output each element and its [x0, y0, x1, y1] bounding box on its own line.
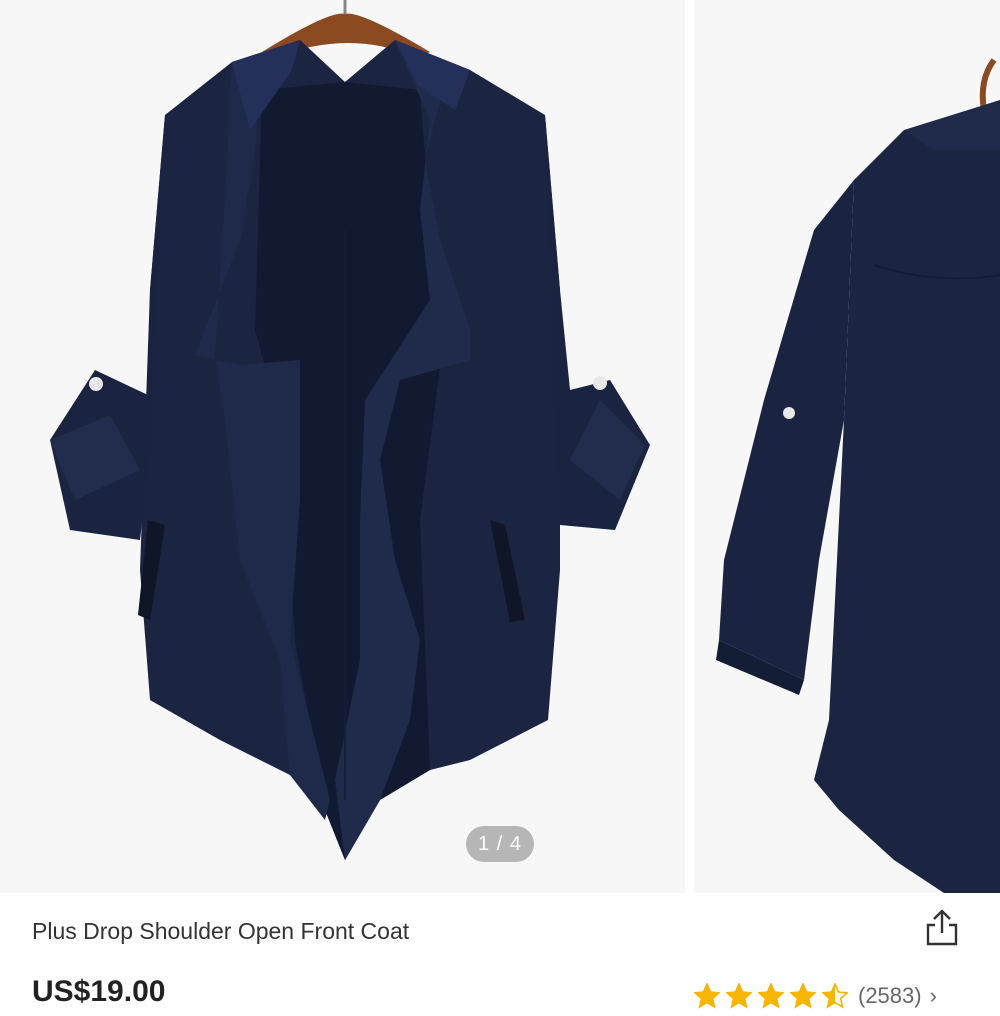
star-icon [694, 983, 720, 1009]
star-icon [758, 983, 784, 1009]
share-icon [926, 909, 958, 946]
rating-stars [694, 983, 848, 1009]
star-icon [822, 983, 848, 1009]
review-count: (2583) [858, 983, 922, 1008]
chevron-right-icon: › [929, 983, 937, 1008]
product-title: Plus Drop Shoulder Open Front Coat [32, 918, 410, 944]
star-icon [790, 983, 816, 1009]
product-image-gallery[interactable]: 1 / 4 [0, 0, 1000, 893]
product-price: US$19.00 [32, 975, 166, 1008]
rating-summary[interactable]: (2583) › [694, 976, 937, 1016]
coat-front-illustration [0, 0, 685, 893]
coat-side-illustration [694, 0, 1000, 893]
product-image-side[interactable] [694, 0, 1000, 893]
image-pager: 1 / 4 [466, 826, 534, 862]
star-icon [726, 983, 752, 1009]
gallery-divider [685, 0, 694, 893]
share-button[interactable] [920, 905, 964, 949]
product-image-front[interactable] [0, 0, 685, 893]
